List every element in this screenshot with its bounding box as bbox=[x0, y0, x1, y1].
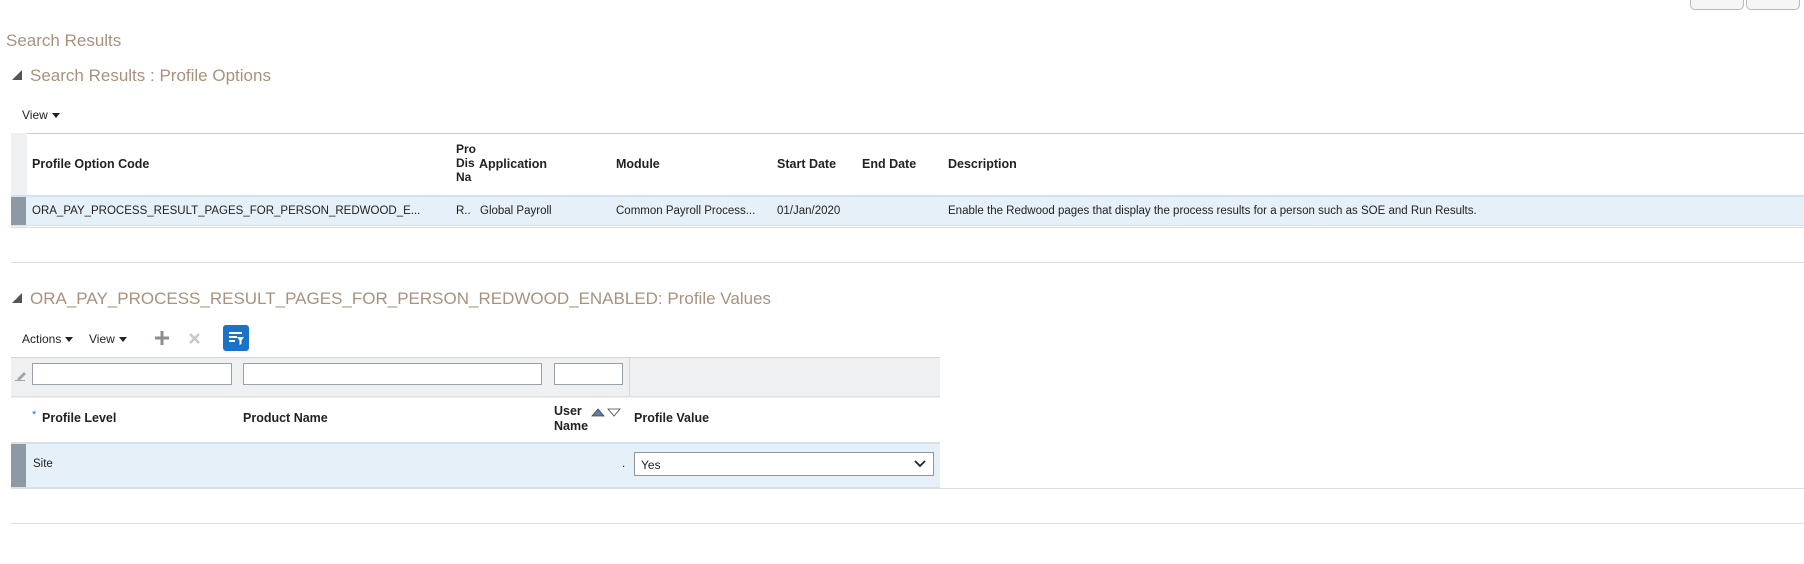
profile-options-section-title: Search Results : Profile Options bbox=[30, 66, 271, 85]
table-top-border bbox=[11, 133, 1804, 134]
chevron-down-icon bbox=[118, 336, 127, 342]
chevron-down-icon bbox=[65, 336, 74, 342]
column-header-product-name[interactable]: Product Name bbox=[243, 411, 328, 425]
plus-icon[interactable] bbox=[155, 331, 169, 345]
query-by-example-button[interactable] bbox=[223, 325, 249, 351]
table-bottom-border bbox=[11, 488, 1804, 489]
cell-application: Global Payroll bbox=[480, 205, 552, 217]
column-header-user-name[interactable]: User Name bbox=[554, 404, 588, 434]
cell-module: Common Payroll Process... bbox=[616, 205, 756, 217]
view-menu[interactable]: View bbox=[89, 332, 127, 346]
user-name-filter-input[interactable] bbox=[554, 363, 623, 385]
profile-values-section-title: ORA_PAY_PROCESS_RESULT_PAGES_FOR_PERSON_… bbox=[30, 289, 772, 308]
toolbar-button-1[interactable] bbox=[1690, 0, 1744, 10]
column-header-application[interactable]: Application bbox=[479, 157, 547, 171]
section-divider bbox=[11, 523, 1804, 524]
profile-level-filter-input[interactable] bbox=[32, 363, 232, 385]
column-header-start-date[interactable]: Start Date bbox=[777, 157, 836, 171]
row-selected-indicator bbox=[11, 444, 26, 487]
actions-menu[interactable]: Actions bbox=[22, 332, 74, 346]
column-header-profile-option-code[interactable]: Profile Option Code bbox=[32, 157, 149, 171]
product-name-filter-input[interactable] bbox=[243, 363, 542, 385]
sort-ascending-icon bbox=[591, 408, 605, 417]
page-title: Search Results bbox=[6, 31, 122, 50]
sort-icons[interactable] bbox=[591, 405, 621, 417]
column-header-end-date[interactable]: End Date bbox=[862, 157, 916, 171]
query-by-example-icon bbox=[229, 332, 244, 345]
view-menu-label: View bbox=[89, 332, 115, 346]
table-bottom-border bbox=[11, 227, 1804, 228]
column-divider bbox=[629, 357, 630, 397]
cell-description: Enable the Redwood pages that display th… bbox=[948, 205, 1477, 217]
column-header-description[interactable]: Description bbox=[948, 157, 1017, 171]
toolbar-button-2[interactable] bbox=[1746, 0, 1800, 10]
section-divider bbox=[11, 262, 1804, 263]
profile-value-select[interactable]: Yes bbox=[634, 452, 934, 476]
cell-profile-display-name: R.. bbox=[456, 205, 471, 217]
cell-user-name: . bbox=[622, 458, 626, 470]
cell-start-date: 01/Jan/2020 bbox=[777, 205, 841, 217]
actions-menu-label: Actions bbox=[22, 332, 62, 346]
column-header-module[interactable]: Module bbox=[616, 157, 660, 171]
clear-filter-icon[interactable] bbox=[15, 368, 27, 381]
filter-divider bbox=[11, 396, 940, 397]
column-header-profile-level[interactable]: Profile Level bbox=[42, 411, 116, 425]
chevron-down-icon bbox=[913, 458, 927, 470]
collapse-triangle-icon[interactable] bbox=[12, 70, 22, 80]
column-header-profile-display-name[interactable]: Pro Dis Na bbox=[456, 142, 476, 184]
x-icon[interactable] bbox=[188, 332, 201, 345]
required-indicator: * bbox=[32, 409, 37, 421]
column-header-profile-value[interactable]: Profile Value bbox=[634, 411, 709, 425]
collapse-triangle-icon[interactable] bbox=[12, 293, 22, 303]
cell-profile-option-code: ORA_PAY_PROCESS_RESULT_PAGES_FOR_PERSON_… bbox=[32, 205, 421, 217]
row-selected-indicator bbox=[11, 197, 26, 225]
view-menu-label: View bbox=[22, 108, 48, 122]
sort-descending-icon bbox=[607, 408, 621, 417]
cell-profile-level: Site bbox=[33, 458, 53, 470]
chevron-down-icon bbox=[51, 112, 60, 118]
view-menu[interactable]: View bbox=[22, 108, 60, 122]
profile-value-selected: Yes bbox=[641, 458, 661, 472]
